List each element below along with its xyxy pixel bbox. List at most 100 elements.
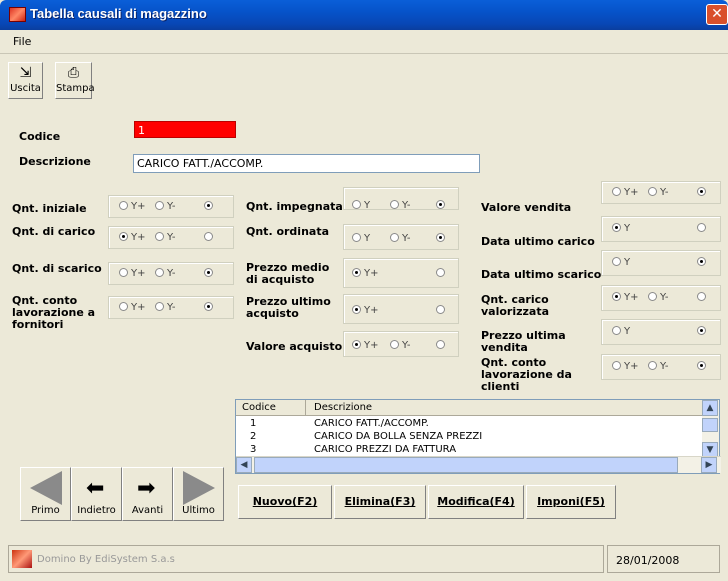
company-name: Domino By EdiSystem S.a.s [37,554,175,565]
radio-none[interactable] [436,268,448,279]
codice-field[interactable]: 1 [134,121,236,138]
qnt-conto-lavorazione-fornitori-options: Y+ Y- [108,296,234,319]
radio-yplus[interactable]: Y+ [119,201,146,212]
radio-yplus[interactable]: Y+ [612,292,639,303]
edit-button[interactable]: Modifica(F4) [428,485,524,519]
radio-none[interactable] [697,326,709,337]
close-button[interactable]: ✕ [706,4,728,25]
column-header-descrizione[interactable]: Descrizione [314,402,372,413]
radio-none[interactable] [697,223,709,234]
exit-icon: ⇲ [19,65,32,81]
radio-yplus[interactable]: Y+ [352,305,379,316]
data-ultimo-scarico-options: Y [601,250,721,276]
scroll-thumb-horizontal[interactable] [254,457,678,473]
radio-y[interactable]: Y [612,257,630,268]
printer-icon: ⎙ [67,65,80,81]
new-button[interactable]: Nuovo(F2) [238,485,332,519]
qnt-ordinata-label: Qnt. ordinata [246,225,330,238]
table-row[interactable]: 2 CARICO DA BOLLA SENZA PREZZI [236,431,702,443]
radio-none[interactable] [436,340,448,351]
radio-yplus[interactable]: Y+ [119,268,146,279]
first-button[interactable]: Primo [20,467,71,521]
qnt-di-carico-label: Qnt. di carico [12,225,96,238]
status-date: 28/01/2008 [616,554,680,567]
menu-bar: File [0,30,728,54]
column-header-codice[interactable]: Codice [242,402,276,413]
prezzo-ultima-vendita-label: Prezzo ultima vendita [481,329,566,354]
radio-yminus[interactable]: Y- [390,200,411,211]
radio-yminus[interactable]: Y- [155,232,176,243]
radio-none[interactable] [436,305,448,316]
window-title: Tabella causali di magazzino [30,6,207,21]
prev-button[interactable]: ⬅ Indietro [71,467,122,521]
radio-yplus[interactable]: Y+ [352,340,379,351]
prezzo-ultimo-label: Prezzo ultimo acquisto [246,295,331,320]
radio-yminus[interactable]: Y- [648,187,669,198]
prezzo-medio-options: Y+ [343,258,459,288]
data-ultimo-carico-label: Data ultimo carico [481,235,595,248]
horizontal-scrollbar[interactable]: ◀ ▶ [236,456,721,473]
valore-vendita-options: Y+ Y- [601,181,721,204]
radio-y[interactable]: Y [612,223,630,234]
arrow-right-icon: ➡ [137,476,156,501]
radio-none[interactable] [204,201,216,212]
qnt-di-scarico-options: Y+ Y- [108,262,234,285]
radio-yplus[interactable]: Y+ [119,302,146,313]
qnt-conto-lavorazione-clienti-label: Qnt. conto lavorazione da clienti [481,356,572,393]
descrizione-label: Descrizione [19,155,91,168]
delete-button[interactable]: Elimina(F3) [334,485,426,519]
radio-yplus[interactable]: Y+ [119,232,146,243]
impose-button[interactable]: Imponi(F5) [526,485,616,519]
radio-y[interactable]: Y [612,326,630,337]
radio-none[interactable] [697,187,709,198]
radio-y[interactable]: Y [352,233,370,244]
descrizione-field[interactable]: CARICO FATT./ACCOMP. [133,154,480,173]
valore-acquisto-label: Valore acquisto [246,340,343,353]
prezzo-ultimo-options: Y+ [343,294,459,324]
radio-yplus[interactable]: Y+ [352,268,379,279]
radio-yminus[interactable]: Y- [155,268,176,279]
last-icon [183,471,215,505]
radio-yminus[interactable]: Y- [648,292,669,303]
radio-yminus[interactable]: Y- [155,302,176,313]
qnt-carico-valorizzata-options: Y+ Y- [601,285,721,311]
radio-none[interactable] [204,268,216,279]
exit-button[interactable]: ⇲ Uscita [8,62,43,99]
valore-acquisto-options: Y+ Y- [343,331,459,357]
table-row[interactable]: 1 CARICO FATT./ACCOMP. [236,418,702,430]
radio-y[interactable]: Y [352,200,370,211]
radio-none[interactable] [697,257,709,268]
qnt-iniziale-options: Y+ Y- [108,195,234,218]
last-button[interactable]: Ultimo [173,467,224,521]
scroll-thumb[interactable] [702,418,718,432]
company-logo-icon [12,550,32,568]
table-row[interactable]: 3 CARICO PREZZI DA FATTURA [236,444,702,453]
status-date-panel: 28/01/2008 [607,545,720,573]
menu-file[interactable]: File [13,35,31,48]
causali-grid[interactable]: Codice Descrizione 1 CARICO FATT./ACCOMP… [235,399,721,474]
radio-yminus[interactable]: Y- [390,340,411,351]
qnt-di-scarico-label: Qnt. di scarico [12,262,102,275]
scroll-left-icon[interactable]: ◀ [236,457,252,473]
radio-yplus[interactable]: Y+ [612,187,639,198]
scroll-right-icon[interactable]: ▶ [701,457,717,473]
radio-none[interactable] [204,232,216,243]
qnt-di-carico-options: Y+ Y- [108,226,234,249]
status-bar: Domino By EdiSystem S.a.s [8,545,604,573]
qnt-conto-lavorazione-clienti-options: Y+ Y- [601,354,721,380]
radio-yminus[interactable]: Y- [155,201,176,212]
radio-none[interactable] [697,292,709,303]
radio-none[interactable] [697,361,709,372]
radio-none[interactable] [436,233,448,244]
codice-label: Codice [19,130,61,143]
qnt-impegnata-label: Qnt. impegnata [246,200,343,213]
radio-yminus[interactable]: Y- [390,233,411,244]
radio-yminus[interactable]: Y- [648,361,669,372]
next-button[interactable]: ➡ Avanti [122,467,173,521]
vertical-scrollbar[interactable]: ▲ ▼ [702,400,719,458]
radio-none[interactable] [436,200,448,211]
radio-none[interactable] [204,302,216,313]
radio-yplus[interactable]: Y+ [612,361,639,372]
print-button[interactable]: ⎙ Stampa [55,62,95,99]
scroll-up-icon[interactable]: ▲ [702,400,718,416]
